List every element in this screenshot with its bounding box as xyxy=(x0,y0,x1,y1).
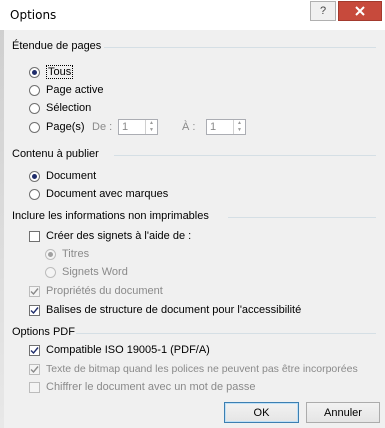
section-title-page-range: Étendue de pages xyxy=(12,40,102,52)
checkbox-encrypt-label: Chiffrer le document avec un mot de pass… xyxy=(46,381,256,393)
section-title-nonprint: Inclure les informations non imprimables xyxy=(12,210,209,222)
radio-document-markup-control[interactable] xyxy=(29,188,40,200)
radio-selection-label: Sélection xyxy=(46,102,92,114)
section-divider xyxy=(114,155,376,156)
checkbox-structure-tags-control[interactable] xyxy=(29,304,40,316)
radio-headings[interactable]: Titres xyxy=(45,248,89,260)
checkbox-bookmarks[interactable]: Créer des signets à l'aide de : xyxy=(29,230,191,242)
radio-headings-control[interactable] xyxy=(45,248,56,260)
radio-document-control[interactable] xyxy=(29,170,40,182)
radio-current-page-label: Page active xyxy=(46,84,104,96)
radio-all[interactable]: Tous xyxy=(29,65,74,79)
spin-down-icon[interactable]: ▼ xyxy=(234,127,245,134)
help-icon: ? xyxy=(319,5,327,17)
radio-selected-dot xyxy=(32,173,37,179)
radio-selection[interactable]: Sélection xyxy=(29,102,91,114)
close-icon xyxy=(355,6,365,16)
checkbox-encrypt[interactable]: Chiffrer le document avec un mot de pass… xyxy=(29,381,256,393)
radio-document[interactable]: Document xyxy=(29,170,96,182)
radio-selected-dot xyxy=(48,251,53,257)
title-bar: Options ? xyxy=(0,0,385,30)
radio-all-label: Tous xyxy=(46,65,74,79)
section-divider xyxy=(228,217,376,218)
options-dialog: Options ? Étendue de pages Tous Page act… xyxy=(0,0,385,428)
dialog-title: Options xyxy=(10,8,57,22)
checkbox-properties-label: Propriétés du document xyxy=(46,285,163,297)
from-page-stepper[interactable]: 1 ▲ ▼ xyxy=(118,119,158,135)
checkbox-bookmarks-label: Créer des signets à l'aide de : xyxy=(46,230,192,242)
radio-document-markup-label: Document avec marques xyxy=(46,188,169,200)
checkmark-icon xyxy=(30,365,39,373)
radio-pages-label: Page(s) xyxy=(46,121,85,133)
radio-current-page[interactable]: Page active xyxy=(29,84,103,96)
checkbox-properties-control[interactable] xyxy=(29,285,40,297)
close-button[interactable] xyxy=(338,1,382,21)
checkbox-structure-tags[interactable]: Balises de structure de document pour l'… xyxy=(29,304,301,316)
dialog-content: Étendue de pages Tous Page active Sélect… xyxy=(4,30,385,428)
radio-document-markup[interactable]: Document avec marques xyxy=(29,188,168,200)
checkmark-icon xyxy=(30,306,39,314)
section-divider xyxy=(104,47,376,48)
radio-selection-control[interactable] xyxy=(29,102,40,114)
spin-up-icon[interactable]: ▲ xyxy=(146,120,157,127)
radio-pages[interactable]: Page(s) xyxy=(29,121,85,133)
radio-pages-control[interactable] xyxy=(29,121,40,133)
from-label: De : xyxy=(92,121,113,133)
radio-word-bookmarks-control[interactable] xyxy=(45,266,56,278)
radio-word-bookmarks[interactable]: Signets Word xyxy=(45,266,128,278)
radio-all-control[interactable] xyxy=(29,66,40,78)
from-page-arrows[interactable]: ▲ ▼ xyxy=(145,120,157,134)
radio-current-page-control[interactable] xyxy=(29,84,40,96)
spin-up-icon[interactable]: ▲ xyxy=(234,120,245,127)
checkbox-bookmarks-control[interactable] xyxy=(29,230,40,242)
radio-word-bookmarks-label: Signets Word xyxy=(62,266,128,278)
help-button[interactable]: ? xyxy=(310,1,336,21)
ok-button[interactable]: OK xyxy=(224,402,299,423)
to-page-value: 1 xyxy=(210,121,217,133)
radio-headings-label: Titres xyxy=(62,248,90,260)
section-title-pdf: Options PDF xyxy=(12,326,75,338)
checkbox-iso-control[interactable] xyxy=(29,344,40,356)
spin-down-icon[interactable]: ▼ xyxy=(146,127,157,134)
section-divider xyxy=(76,333,376,334)
to-page-stepper[interactable]: 1 ▲ ▼ xyxy=(206,119,246,135)
radio-selected-dot xyxy=(32,69,37,75)
checkmark-icon xyxy=(30,287,39,295)
checkmark-icon xyxy=(30,346,39,354)
radio-document-label: Document xyxy=(46,170,97,182)
cancel-button[interactable]: Annuler xyxy=(306,402,380,423)
checkbox-iso-label: Compatible ISO 19005-1 (PDF/A) xyxy=(46,344,210,356)
checkbox-properties[interactable]: Propriétés du document xyxy=(29,285,163,297)
checkbox-bitmap-text-control[interactable] xyxy=(29,363,40,375)
checkbox-structure-tags-label: Balises de structure de document pour l'… xyxy=(46,304,302,316)
from-page-value: 1 xyxy=(122,121,129,133)
checkbox-bitmap-text-label: Texte de bitmap quand les polices ne peu… xyxy=(46,363,358,375)
checkbox-iso[interactable]: Compatible ISO 19005-1 (PDF/A) xyxy=(29,344,210,356)
section-title-publish: Contenu à publier xyxy=(12,148,99,160)
checkbox-encrypt-control[interactable] xyxy=(29,381,40,393)
checkbox-bitmap-text[interactable]: Texte de bitmap quand les polices ne peu… xyxy=(29,363,358,375)
to-label: À : xyxy=(182,121,196,133)
to-page-arrows[interactable]: ▲ ▼ xyxy=(233,120,245,134)
